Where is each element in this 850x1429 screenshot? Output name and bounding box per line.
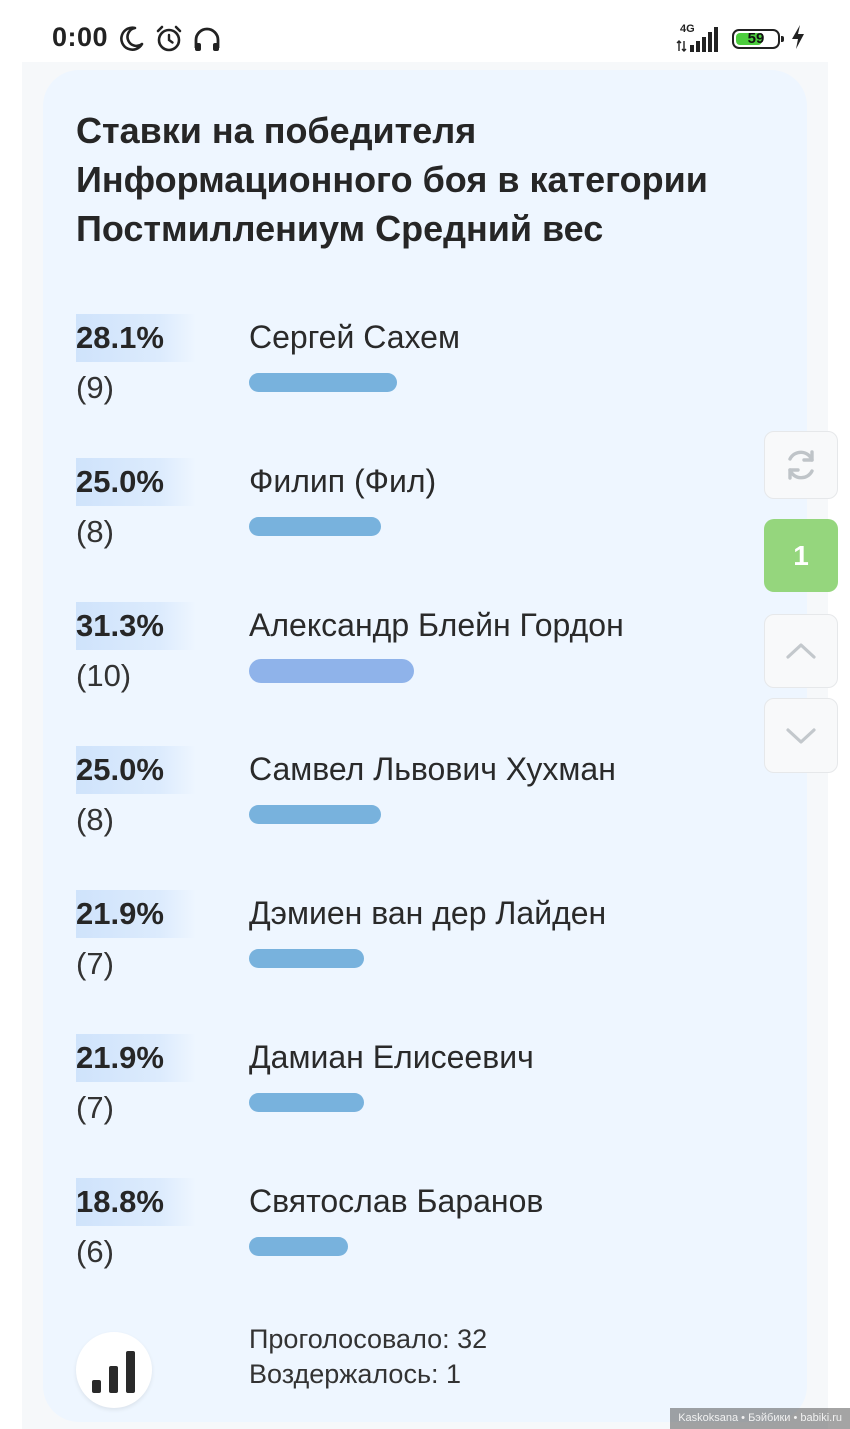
option-result-bar xyxy=(249,805,381,824)
option-percent: 25.0% xyxy=(76,752,164,787)
status-icons-right: 4G 59 xyxy=(676,22,806,56)
poll-option[interactable]: 31.3% (10) Александр Блейн Гордон xyxy=(43,602,807,732)
option-percent: 28.1% xyxy=(76,320,164,355)
battery-tip xyxy=(781,36,784,42)
option-result-bar xyxy=(249,659,414,683)
voted-count: Проголосовало: 32 xyxy=(249,1324,488,1354)
option-percent: 21.9% xyxy=(76,1040,164,1075)
status-bar: 0:00 4G 59 xyxy=(0,0,850,62)
option-vote-count: (8) xyxy=(76,802,114,837)
option-percent-highlight: 21.9% xyxy=(76,890,196,938)
option-vote-count: (8) xyxy=(76,514,114,549)
poll-option[interactable]: 21.9% (7) Дамиан Елисеевич xyxy=(43,1034,807,1164)
moon-icon xyxy=(116,24,146,54)
option-result-bar xyxy=(249,517,381,536)
option-result-bar xyxy=(249,1237,348,1256)
battery-icon: 59 xyxy=(732,29,784,49)
status-time: 0:00 xyxy=(52,22,109,52)
option-result-bar xyxy=(249,1093,364,1112)
option-vote-count: (7) xyxy=(76,1090,114,1125)
option-result-bar xyxy=(249,373,397,392)
option-vote-count: (10) xyxy=(76,658,132,693)
poll-option[interactable]: 25.0% (8) Самвел Львович Хухман xyxy=(43,746,807,876)
option-percent: 21.9% xyxy=(76,896,164,931)
option-percent-highlight: 28.1% xyxy=(76,314,196,362)
battery-level: 59 xyxy=(747,30,765,47)
option-name: Филип (Фил) xyxy=(249,463,437,499)
option-vote-count: (9) xyxy=(76,370,114,405)
headphones-icon xyxy=(192,24,222,54)
option-percent: 18.8% xyxy=(76,1184,164,1219)
poll-title: Ставки на победителя Информационного боя… xyxy=(76,110,708,249)
poll-stats-button[interactable] xyxy=(76,1332,152,1408)
scroll-up-button[interactable] xyxy=(764,614,838,688)
option-percent-highlight: 18.8% xyxy=(76,1178,196,1226)
option-name: Святослав Баранов xyxy=(249,1183,544,1219)
watermark: Kaskoksana • Бэйбики • babiki.ru xyxy=(670,1408,850,1429)
option-name: Дэмиен ван дер Лайден xyxy=(249,895,607,931)
scroll-down-button[interactable] xyxy=(764,698,838,773)
option-percent-highlight: 25.0% xyxy=(76,746,196,794)
poll-option[interactable]: 18.8% (6) Святослав Баранов xyxy=(43,1178,807,1308)
poll-totals: Проголосовало: 32 Воздержалось: 1 xyxy=(249,1322,487,1392)
option-name: Самвел Львович Хухман xyxy=(249,751,616,787)
signal-icon: 4G xyxy=(676,23,722,55)
option-percent-highlight: 25.0% xyxy=(76,458,196,506)
page-number-badge[interactable]: 1 xyxy=(764,519,838,592)
option-percent-highlight: 21.9% xyxy=(76,1034,196,1082)
poll-card: Ставки на победителя Информационного боя… xyxy=(43,70,807,1422)
charging-bolt-icon xyxy=(790,24,806,55)
option-vote-count: (6) xyxy=(76,1234,114,1269)
option-result-bar xyxy=(249,949,364,968)
option-name: Дамиан Елисеевич xyxy=(249,1039,534,1075)
poll-option[interactable]: 25.0% (8) Филип (Фил) xyxy=(43,458,807,588)
option-percent: 31.3% xyxy=(76,608,164,643)
poll-option[interactable]: 28.1% (9) Сергей Сахем xyxy=(43,314,807,444)
option-name: Сергей Сахем xyxy=(249,319,460,355)
option-percent-highlight: 31.3% xyxy=(76,602,196,650)
option-name: Александр Блейн Гордон xyxy=(249,607,624,643)
alarm-icon xyxy=(154,24,184,54)
option-vote-count: (7) xyxy=(76,946,114,981)
refresh-button[interactable] xyxy=(764,431,838,499)
status-icons-left xyxy=(116,22,222,56)
abstained-count: Воздержалось: 1 xyxy=(249,1359,462,1389)
poll-option[interactable]: 21.9% (7) Дэмиен ван дер Лайден xyxy=(43,890,807,1020)
option-percent: 25.0% xyxy=(76,464,164,499)
